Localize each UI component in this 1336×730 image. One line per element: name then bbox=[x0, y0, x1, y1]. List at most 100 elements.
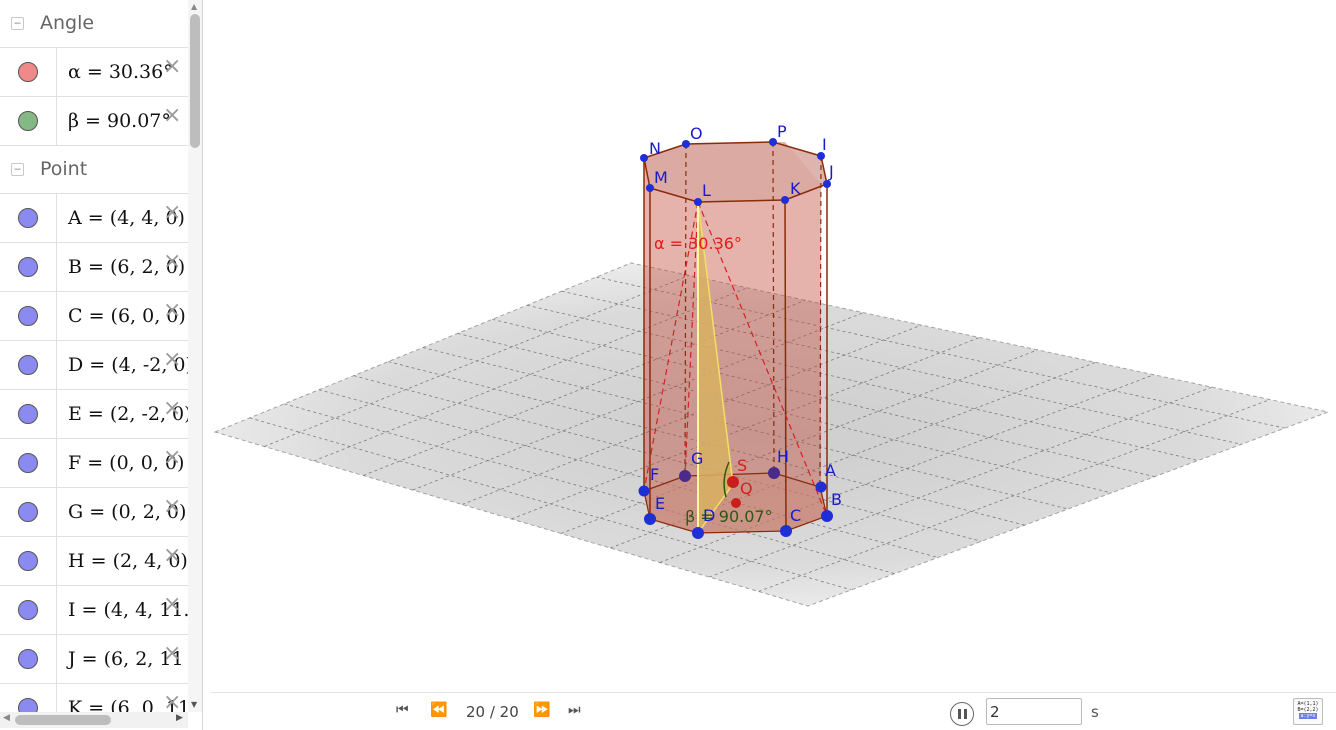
algebra-row-point-h[interactable]: H = (2, 4, 0) × bbox=[0, 537, 188, 586]
point-c[interactable] bbox=[780, 525, 792, 537]
point-d[interactable] bbox=[692, 527, 704, 539]
visibility-toggle-cell[interactable] bbox=[0, 586, 57, 634]
visibility-toggle-cell[interactable] bbox=[0, 243, 57, 291]
algebra-table-toggle-icon[interactable]: A=(1,1) B=(2,2) a:y=x bbox=[1293, 698, 1323, 725]
label-j: J bbox=[828, 162, 834, 181]
point-j[interactable] bbox=[823, 180, 831, 188]
visibility-toggle-cell[interactable] bbox=[0, 439, 57, 487]
point-n[interactable] bbox=[640, 154, 648, 162]
algebra-row-alpha[interactable]: α = 30.36° × bbox=[0, 48, 188, 97]
visibility-toggle-cell[interactable] bbox=[0, 48, 57, 96]
visibility-marble-icon[interactable] bbox=[18, 404, 38, 424]
delete-icon[interactable]: × bbox=[163, 494, 181, 519]
point-e[interactable] bbox=[644, 513, 656, 525]
visibility-toggle-cell[interactable] bbox=[0, 292, 57, 340]
visibility-marble-icon[interactable] bbox=[18, 502, 38, 522]
skip-to-end-icon[interactable]: ⏭ bbox=[568, 702, 581, 718]
delete-icon[interactable]: × bbox=[163, 103, 181, 128]
point-g[interactable] bbox=[679, 470, 691, 482]
delete-icon[interactable]: × bbox=[163, 543, 181, 568]
algebra-row-point-a[interactable]: A = (4, 4, 0) × bbox=[0, 194, 188, 243]
animation-bar: ⏮ ⏪ 20 / 20 ⏩ ⏭ s A=(1,1) B=(2,2) a:y=x bbox=[211, 692, 1336, 730]
scrollbar-thumb[interactable] bbox=[190, 14, 200, 148]
visibility-marble-icon[interactable] bbox=[18, 649, 38, 669]
graphics-canvas[interactable]: α = 30.36° β = 90.07° A B C D E F G H I … bbox=[211, 0, 1336, 692]
delete-icon[interactable]: × bbox=[163, 396, 181, 421]
delete-icon[interactable]: × bbox=[163, 641, 181, 666]
step-back-icon[interactable]: ⏪ bbox=[430, 702, 447, 718]
algebra-row-point-e[interactable]: E = (2, -2, 0) × bbox=[0, 390, 188, 439]
visibility-toggle-cell[interactable] bbox=[0, 635, 57, 683]
algebra-row-point-k[interactable]: K = (6, 0, 11 × bbox=[0, 684, 188, 712]
point-l[interactable] bbox=[694, 198, 702, 206]
point-f[interactable] bbox=[638, 485, 650, 497]
algebra-row-point-d[interactable]: D = (4, -2, 0) × bbox=[0, 341, 188, 390]
algebra-row-point-i[interactable]: I = (4, 4, 11. × bbox=[0, 586, 188, 635]
visibility-toggle-cell[interactable] bbox=[0, 684, 57, 712]
step-forward-icon[interactable]: ⏩ bbox=[533, 702, 550, 718]
delete-icon[interactable]: × bbox=[163, 249, 181, 274]
scroll-right-arrow-icon[interactable]: ▶ bbox=[176, 713, 183, 723]
visibility-marble-icon[interactable] bbox=[18, 111, 38, 131]
point-k[interactable] bbox=[781, 196, 789, 204]
visibility-toggle-cell[interactable] bbox=[0, 537, 57, 585]
visibility-marble-icon[interactable] bbox=[18, 600, 38, 620]
algebra-row-point-c[interactable]: C = (6, 0, 0) × bbox=[0, 292, 188, 341]
visibility-marble-icon[interactable] bbox=[18, 306, 38, 326]
visibility-marble-icon[interactable] bbox=[18, 257, 38, 277]
delete-icon[interactable]: × bbox=[163, 200, 181, 225]
pause-button[interactable] bbox=[950, 702, 974, 726]
label-o: O bbox=[690, 124, 703, 143]
label-h: H bbox=[777, 447, 789, 466]
skip-to-start-icon[interactable]: ⏮ bbox=[396, 702, 409, 718]
delete-icon[interactable]: × bbox=[163, 347, 181, 372]
algebra-row-beta[interactable]: β = 90.07° × bbox=[0, 97, 188, 146]
delete-icon[interactable]: × bbox=[163, 592, 181, 617]
point-h[interactable] bbox=[768, 467, 780, 479]
algebra-row-point-f[interactable]: F = (0, 0, 0) × bbox=[0, 439, 188, 488]
point-s[interactable] bbox=[727, 476, 739, 488]
group-label: Angle bbox=[40, 12, 95, 34]
group-header-angle[interactable]: − Angle bbox=[0, 0, 188, 48]
label-s: S bbox=[737, 456, 747, 475]
scroll-down-arrow-icon[interactable]: ▼ bbox=[191, 700, 197, 709]
animation-speed-input[interactable] bbox=[986, 698, 1082, 725]
point-m[interactable] bbox=[646, 184, 654, 192]
algebra-row-point-b[interactable]: B = (6, 2, 0) × bbox=[0, 243, 188, 292]
visibility-toggle-cell[interactable] bbox=[0, 97, 57, 145]
algebra-horizontal-scrollbar[interactable]: ◀ ▶ bbox=[0, 712, 188, 728]
delete-icon[interactable]: × bbox=[163, 445, 181, 470]
scrollbar-thumb[interactable] bbox=[15, 715, 111, 725]
point-b[interactable] bbox=[821, 510, 833, 522]
algebra-row-point-g[interactable]: G = (0, 2, 0) × bbox=[0, 488, 188, 537]
collapse-icon[interactable]: − bbox=[11, 17, 24, 30]
point-o[interactable] bbox=[682, 140, 690, 148]
visibility-marble-icon[interactable] bbox=[18, 698, 38, 712]
collapse-icon[interactable]: − bbox=[11, 163, 24, 176]
scroll-up-arrow-icon[interactable]: ▲ bbox=[191, 2, 197, 11]
algebra-vertical-scrollbar[interactable]: ▲ ▼ bbox=[188, 0, 202, 712]
algebra-expression[interactable]: α = 30.36° bbox=[68, 61, 173, 83]
scroll-left-arrow-icon[interactable]: ◀ bbox=[3, 713, 10, 723]
visibility-toggle-cell[interactable] bbox=[0, 341, 57, 389]
delete-icon[interactable]: × bbox=[163, 54, 181, 79]
algebra-expression[interactable]: β = 90.07° bbox=[68, 110, 171, 132]
visibility-marble-icon[interactable] bbox=[18, 208, 38, 228]
visibility-toggle-cell[interactable] bbox=[0, 390, 57, 438]
delete-icon[interactable]: × bbox=[163, 298, 181, 323]
point-p[interactable] bbox=[769, 138, 777, 146]
visibility-toggle-cell[interactable] bbox=[0, 194, 57, 242]
delete-icon[interactable]: × bbox=[163, 690, 181, 712]
point-a[interactable] bbox=[815, 481, 827, 493]
visibility-marble-icon[interactable] bbox=[18, 62, 38, 82]
speed-unit-label: s bbox=[1091, 703, 1099, 721]
group-header-point[interactable]: − Point bbox=[0, 146, 188, 194]
algebra-row-point-j[interactable]: J = (6, 2, 11 × bbox=[0, 635, 188, 684]
graphics-3d-view[interactable]: α = 30.36° β = 90.07° A B C D E F G H I … bbox=[211, 0, 1336, 692]
visibility-marble-icon[interactable] bbox=[18, 355, 38, 375]
visibility-toggle-cell[interactable] bbox=[0, 488, 57, 536]
visibility-marble-icon[interactable] bbox=[18, 453, 38, 473]
point-q[interactable] bbox=[731, 498, 741, 508]
visibility-marble-icon[interactable] bbox=[18, 551, 38, 571]
label-e: E bbox=[655, 494, 665, 513]
